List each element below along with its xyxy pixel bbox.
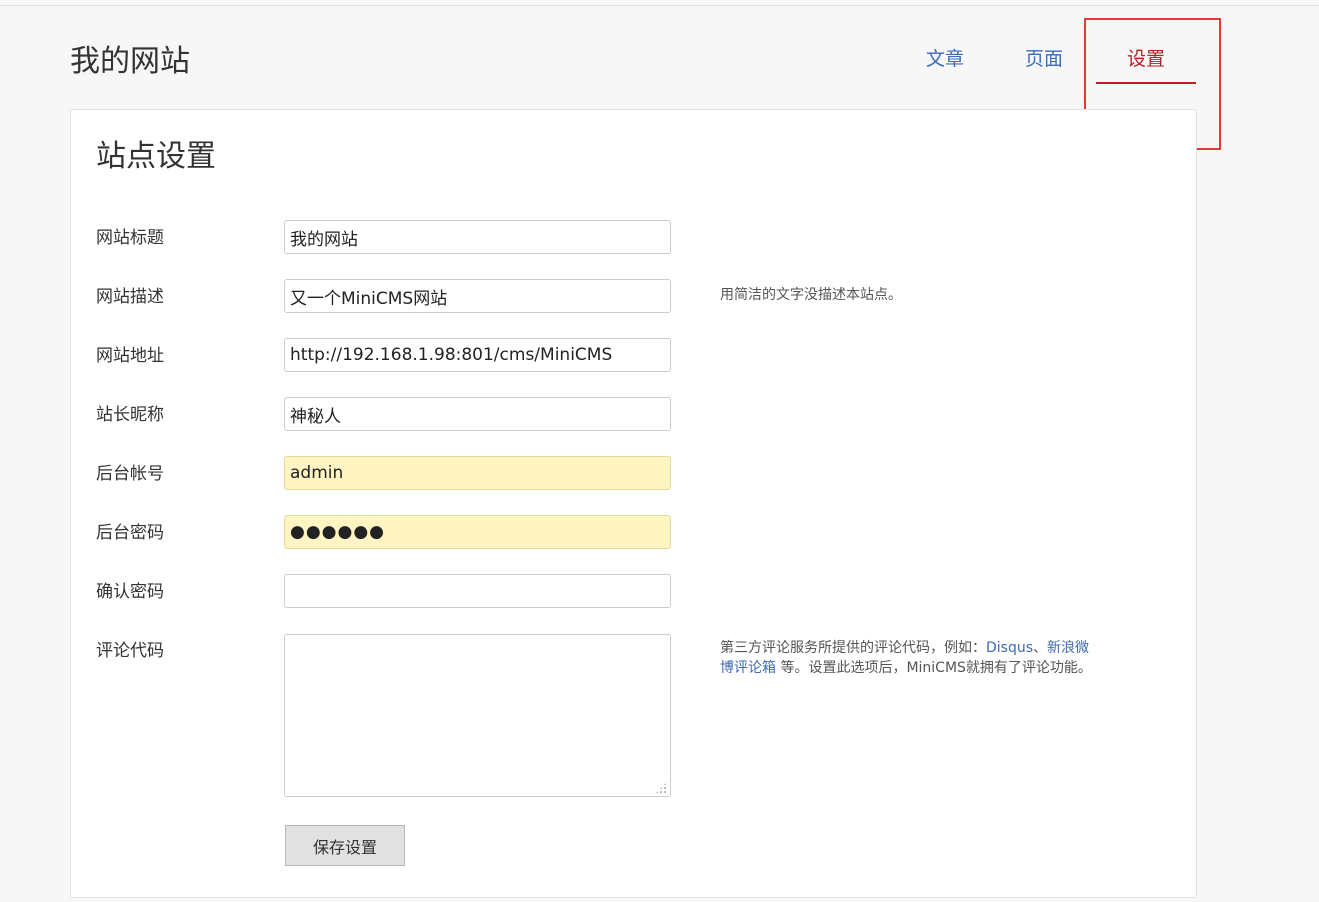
nav-pages[interactable]: 页面 — [1025, 45, 1063, 73]
site-title[interactable]: 我的网站 — [70, 42, 190, 82]
site-title-label: 网站标题 — [96, 228, 164, 248]
owner-nickname-label: 站长昵称 — [96, 405, 164, 425]
comment-hint-suffix: 等。设置此选项后，MiniCMS就拥有了评论功能。 — [776, 660, 1092, 676]
nav-articles[interactable]: 文章 — [926, 45, 964, 73]
admin-password-label: 后台密码 — [96, 523, 164, 543]
comment-code-textarea[interactable] — [284, 634, 671, 797]
confirm-password-input[interactable] — [284, 574, 671, 608]
comment-code-hint: 第三方评论服务所提供的评论代码，例如：Disqus、新浪微博评论箱 等。设置此选… — [720, 638, 1100, 678]
save-settings-button[interactable]: 保存设置 — [285, 825, 405, 866]
comment-code-label: 评论代码 — [96, 641, 164, 661]
site-description-hint: 用简洁的文字没描述本站点。 — [720, 287, 902, 303]
owner-nickname-input[interactable] — [284, 397, 671, 431]
admin-account-label: 后台帐号 — [96, 464, 164, 484]
admin-account-input[interactable] — [284, 456, 671, 490]
admin-password-input[interactable] — [284, 515, 671, 549]
comment-hint-separator: 、 — [1033, 640, 1048, 656]
page-title: 站点设置 — [96, 139, 216, 174]
site-title-input[interactable] — [284, 220, 671, 254]
site-url-label: 网站地址 — [96, 346, 164, 366]
disqus-link[interactable]: Disqus — [986, 640, 1033, 656]
site-url-input[interactable] — [284, 338, 671, 372]
confirm-password-label: 确认密码 — [96, 582, 164, 602]
comment-hint-prefix: 第三方评论服务所提供的评论代码，例如： — [720, 640, 986, 656]
site-description-input[interactable] — [284, 279, 671, 313]
site-description-label: 网站描述 — [96, 287, 164, 307]
top-border — [0, 5, 1319, 6]
